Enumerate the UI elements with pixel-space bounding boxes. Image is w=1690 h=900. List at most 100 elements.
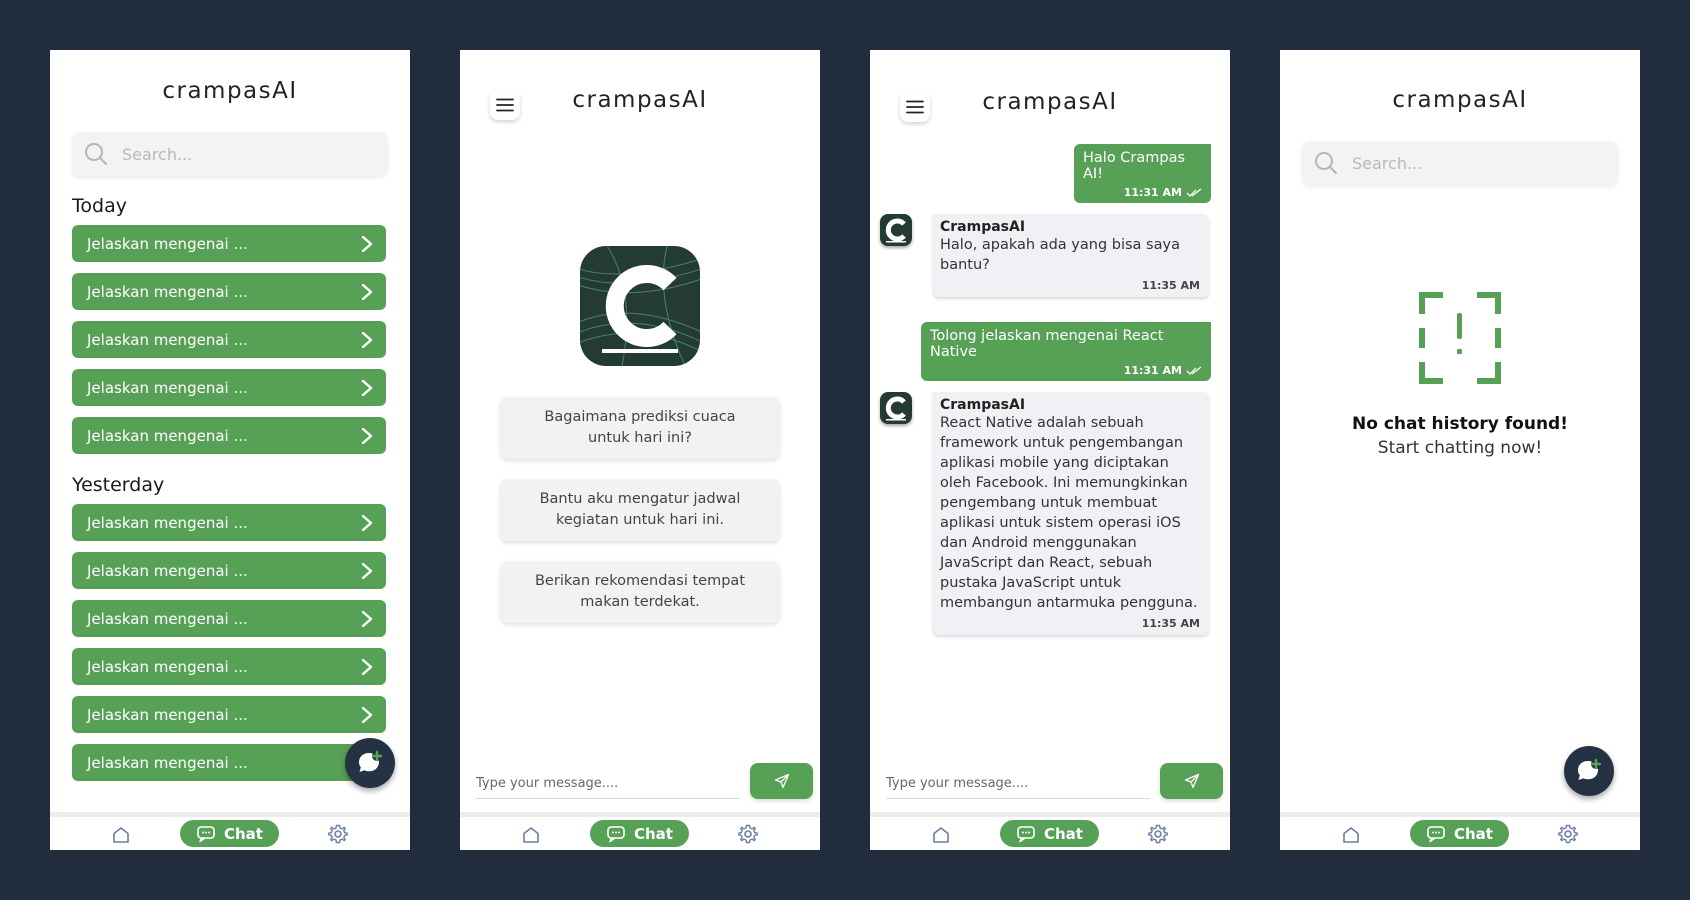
nav-chat-label: Chat	[1044, 824, 1083, 843]
nav-settings[interactable]	[327, 823, 349, 849]
conversation-screen: crampasAI Halo Crampas AI! 11:31 AM Cram…	[870, 50, 1230, 850]
gear-icon	[328, 824, 348, 844]
bot-message: CrampasAI Halo, apakah ada yang bisa say…	[933, 214, 1209, 297]
history-item-label: Jelaskan mengenai ...	[87, 234, 248, 253]
app-logo	[580, 246, 700, 366]
message-time: 11:35 AM	[1141, 617, 1200, 630]
chat-icon	[197, 825, 215, 842]
home-icon	[1343, 827, 1359, 843]
history-item-label: Jelaskan mengenai ...	[87, 378, 248, 397]
search-input[interactable]	[1352, 153, 1592, 173]
bot-name: CrampasAI	[940, 397, 1026, 413]
history-item-label: Jelaskan mengenai ...	[87, 705, 248, 724]
history-item-label: Jelaskan mengenai ...	[87, 609, 248, 628]
scan-icon	[1418, 291, 1502, 389]
nav-home[interactable]	[110, 824, 132, 850]
empty-history-screen: crampasAI No chat history found! Start c…	[1280, 50, 1640, 850]
send-button[interactable]	[750, 763, 813, 799]
search-bar[interactable]	[72, 132, 388, 176]
bot-name: CrampasAI	[940, 219, 1026, 235]
new-chat-icon	[359, 750, 383, 772]
gear-icon	[1558, 824, 1578, 844]
search-icon	[1315, 152, 1337, 174]
message-composer	[870, 763, 1230, 803]
chevron-right-icon	[360, 610, 374, 628]
suggestion-card[interactable]: Berikan rekomendasi tempat makan terdeka…	[500, 561, 780, 623]
send-icon	[774, 773, 789, 789]
chevron-right-icon	[360, 658, 374, 676]
app-title: crampasAI	[162, 78, 298, 104]
history-item-label: Jelaskan mengenai ...	[87, 282, 248, 301]
history-item-label: Jelaskan mengenai ...	[87, 753, 248, 772]
send-button[interactable]	[1160, 763, 1223, 799]
nav-chat[interactable]: Chat	[1000, 820, 1099, 847]
nav-settings[interactable]	[1147, 823, 1169, 849]
history-item[interactable]: Jelaskan mengenai ...	[72, 321, 386, 358]
chevron-right-icon	[360, 514, 374, 532]
bottom-nav: Chat	[50, 812, 410, 850]
bot-message: CrampasAI React Native adalah sebuah fra…	[933, 392, 1209, 635]
history-item-label: Jelaskan mengenai ...	[87, 561, 248, 580]
nav-settings[interactable]	[1557, 823, 1579, 849]
message-input[interactable]	[886, 769, 1150, 799]
history-item[interactable]: Jelaskan mengenai ...	[72, 648, 386, 685]
app-title: crampasAI	[982, 89, 1118, 115]
nav-home[interactable]	[520, 824, 542, 850]
search-icon	[85, 143, 107, 165]
app-title: crampasAI	[1392, 87, 1528, 113]
history-item[interactable]: Jelaskan mengenai ...	[72, 696, 386, 733]
suggestion-card[interactable]: Bantu aku mengatur jadwal kegiatan untuk…	[500, 479, 780, 541]
nav-chat[interactable]: Chat	[180, 820, 279, 847]
suggestion-card[interactable]: Bagaimana prediksi cuaca untuk hari ini?	[500, 397, 780, 459]
search-bar[interactable]	[1302, 141, 1618, 185]
user-message: Halo Crampas AI! 11:31 AM	[1074, 144, 1211, 203]
bottom-nav: Chat	[870, 812, 1230, 850]
history-item-label: Jelaskan mengenai ...	[87, 426, 248, 445]
message-time: 11:31 AM	[1123, 186, 1182, 199]
home-icon	[113, 827, 129, 843]
nav-chat[interactable]: Chat	[590, 820, 689, 847]
history-item[interactable]: Jelaskan mengenai ...	[72, 552, 386, 589]
message-time: 11:31 AM	[1123, 364, 1182, 377]
bot-avatar	[880, 214, 912, 246]
nav-chat-label: Chat	[224, 824, 263, 843]
welcome-screen: crampasAI Bagaimana prediksi cuaca untuk…	[460, 50, 820, 850]
chat-icon	[1017, 825, 1035, 842]
message-text: Halo Crampas AI!	[1083, 150, 1186, 182]
home-icon	[933, 827, 949, 843]
empty-title: No chat history found!	[1352, 414, 1568, 434]
history-item[interactable]: Jelaskan mengenai ...	[72, 369, 386, 406]
section-yesterday: Yesterday	[72, 474, 165, 496]
nav-home[interactable]	[930, 824, 952, 850]
bot-avatar	[880, 392, 912, 424]
chevron-right-icon	[360, 331, 374, 349]
history-item-label: Jelaskan mengenai ...	[87, 330, 248, 349]
nav-settings[interactable]	[737, 823, 759, 849]
chevron-right-icon	[360, 562, 374, 580]
new-chat-button[interactable]	[1564, 746, 1614, 796]
history-item[interactable]: Jelaskan mengenai ...	[72, 744, 386, 781]
nav-home[interactable]	[1340, 824, 1362, 850]
history-item[interactable]: Jelaskan mengenai ...	[72, 225, 386, 262]
message-text: Halo, apakah ada yang bisa saya bantu?	[940, 237, 1180, 273]
chevron-right-icon	[360, 283, 374, 301]
history-item[interactable]: Jelaskan mengenai ...	[72, 600, 386, 637]
history-item[interactable]: Jelaskan mengenai ...	[72, 504, 386, 541]
message-input[interactable]	[476, 769, 740, 799]
history-item[interactable]: Jelaskan mengenai ...	[72, 417, 386, 454]
nav-chat[interactable]: Chat	[1410, 820, 1509, 847]
chat-icon	[607, 825, 625, 842]
history-screen: crampasAI Today Jelaskan mengenai ... Je…	[50, 50, 410, 850]
history-item[interactable]: Jelaskan mengenai ...	[72, 273, 386, 310]
gear-icon	[738, 824, 758, 844]
chevron-right-icon	[360, 235, 374, 253]
search-input[interactable]	[122, 144, 362, 164]
new-chat-icon	[1578, 758, 1602, 780]
nav-chat-label: Chat	[634, 824, 673, 843]
chevron-right-icon	[360, 706, 374, 724]
history-item-label: Jelaskan mengenai ...	[87, 657, 248, 676]
gear-icon	[1148, 824, 1168, 844]
double-check-icon	[1186, 187, 1202, 197]
bottom-nav: Chat	[1280, 812, 1640, 850]
new-chat-button[interactable]	[345, 738, 395, 788]
